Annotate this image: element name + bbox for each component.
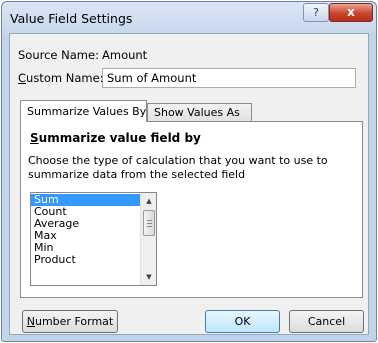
panel-heading: Summarize value field by [30,131,201,145]
scroll-thumb[interactable] [143,210,155,236]
tab-summarize-values-by[interactable]: Summarize Values By [20,100,147,122]
thumb-grip-line [147,226,152,227]
help-button[interactable]: ? [303,3,329,22]
ok-button[interactable]: OK [205,310,280,333]
tab-label: Summarize Values By [27,105,147,118]
source-name-label: Source Name: [18,48,99,62]
custom-name-input[interactable] [102,68,356,88]
dialog-title: Value Field Settings [10,11,133,26]
tab-label: Show Values As [154,106,240,119]
dialog-body: Source Name: Amount Custom Name: Summari… [9,33,369,335]
help-icon: ? [313,6,319,19]
source-name-value: Amount [102,48,148,62]
number-format-button[interactable]: Number Format [22,310,118,333]
thumb-grip-line [147,223,152,224]
thumb-grip-line [147,220,152,221]
listbox-scrollbar[interactable]: ▲ ▼ [140,193,156,285]
number-format-label: umber Format [35,315,114,328]
number-format-hotkey: N [26,315,35,328]
custom-name-hotkey: C [18,71,27,85]
panel-description: Choose the type of calculation that you … [28,154,328,181]
scroll-down-button[interactable]: ▼ [141,269,156,285]
panel-heading-hotkey: S [30,131,39,145]
title-bar[interactable]: Value Field Settings ? x [2,2,376,34]
scroll-up-icon: ▲ [146,197,152,205]
scroll-up-button[interactable]: ▲ [141,193,156,209]
list-item-product[interactable]: Product [31,254,140,266]
close-icon: x [347,5,355,19]
close-button[interactable]: x [329,3,373,22]
value-field-settings-dialog: Value Field Settings ? x Source Name: Am… [1,1,377,342]
custom-name-label: Custom Name: [18,71,104,85]
summarize-panel: Summarize value field by Choose the type… [20,121,363,298]
calculation-listbox[interactable]: Sum Count Average Max Min Product ▲ ▼ [30,192,157,286]
scroll-down-icon: ▼ [146,273,152,281]
cancel-button[interactable]: Cancel [289,310,364,333]
panel-heading-text: ummarize value field by [38,131,201,145]
custom-name-label-text: ustom Name: [26,71,104,85]
tab-show-values-as[interactable]: Show Values As [147,103,252,122]
